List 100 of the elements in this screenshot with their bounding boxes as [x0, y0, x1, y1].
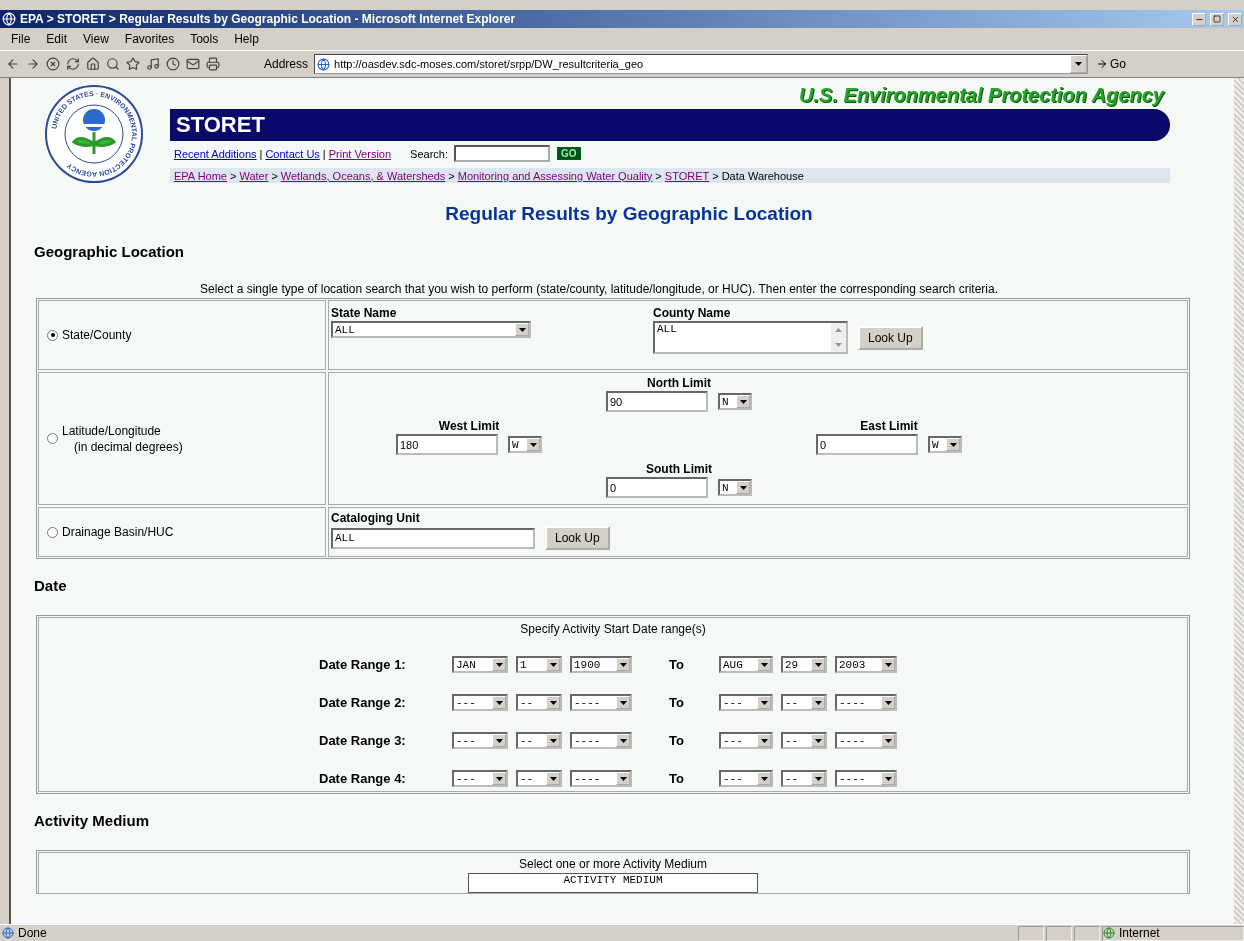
arrow-icon	[1096, 58, 1109, 70]
dropdown[interactable]: ----	[570, 770, 632, 787]
breadcrumb-link[interactable]: Monitoring and Assessing Water Quality	[457, 169, 653, 182]
zone-text: Internet	[1119, 926, 1160, 940]
limit-field[interactable]: 0	[816, 434, 918, 455]
address-field[interactable]: http://oasdev.sdc-moses.com/storet/srpp/DW_resultcriteria_geo	[314, 54, 1089, 74]
dropdown[interactable]: --	[516, 770, 562, 787]
dropdown[interactable]: --	[516, 732, 562, 749]
dropdown[interactable]: --	[516, 694, 562, 711]
refresh-icon[interactable]	[64, 55, 82, 73]
status-pane	[1074, 925, 1100, 941]
limit-field[interactable]: 180	[396, 434, 498, 455]
minimize-button[interactable]	[1192, 12, 1206, 26]
menu-item[interactable]: Edit	[39, 30, 75, 48]
print-icon[interactable]	[204, 55, 222, 73]
dropdown[interactable]: ---	[452, 770, 508, 787]
menu-item[interactable]: Tools	[183, 30, 226, 48]
dropdown[interactable]: JAN	[452, 656, 508, 673]
medium-list[interactable]: ACTIVITY MEDIUM	[468, 873, 758, 893]
breadcrumb-separator: >	[230, 169, 237, 182]
dropdown[interactable]: W	[508, 436, 542, 453]
header-link[interactable]: Print Version	[328, 147, 392, 160]
dropdown-arrow-icon	[814, 738, 822, 743]
dropdown[interactable]: --	[781, 770, 827, 787]
dropdown[interactable]: 1	[516, 656, 562, 673]
breadcrumb-separator: >	[655, 169, 662, 182]
dropdown-arrow-icon	[814, 700, 822, 705]
radio-button[interactable]	[47, 329, 58, 341]
dropdown[interactable]: ----	[835, 732, 897, 749]
field-label: County Name	[653, 305, 732, 321]
dropdown[interactable]: ----	[570, 732, 632, 749]
maximize-button[interactable]	[1210, 12, 1224, 26]
status-pane	[1046, 925, 1072, 941]
limit-field[interactable]: 90	[606, 391, 708, 412]
header-link[interactable]: Recent Additions	[174, 147, 257, 160]
dropdown[interactable]: 1900	[570, 656, 632, 673]
search-go-button[interactable]: GO	[557, 147, 581, 160]
dropdown[interactable]: --	[781, 732, 827, 749]
stop-icon[interactable]	[44, 55, 62, 73]
media-icon[interactable]	[144, 55, 162, 73]
look-up-button[interactable]: Look Up	[545, 526, 610, 550]
menu-item[interactable]: Favorites	[117, 30, 182, 48]
menu-item[interactable]: File	[4, 30, 38, 48]
dropdown-arrow-icon	[760, 700, 768, 705]
dropdown[interactable]: ---	[719, 732, 773, 749]
search-field[interactable]	[454, 145, 550, 162]
browser-icon	[2, 12, 16, 26]
search-icon[interactable]	[104, 55, 122, 73]
address-label: Address	[264, 57, 309, 71]
cataloging-unit-field[interactable]: ALL	[331, 527, 535, 549]
dropdown-arrow-icon	[619, 776, 627, 781]
dropdown[interactable]: ----	[835, 694, 897, 711]
dropdown[interactable]: W	[928, 436, 962, 453]
favorites-icon[interactable]	[124, 55, 142, 73]
panel-caption: Select one or more Activity Medium	[518, 857, 708, 871]
breadcrumb-link[interactable]: Water	[239, 169, 269, 182]
dropdown-arrow-icon	[739, 399, 747, 404]
dropdown-arrow-icon	[739, 485, 747, 490]
dropdown-arrow-icon	[549, 738, 557, 743]
dropdown[interactable]: ---	[719, 770, 773, 787]
dropdown-arrow-icon	[884, 662, 892, 667]
field-label: Cataloging Unit	[331, 510, 421, 526]
limit-label: East Limit	[860, 418, 918, 434]
close-icon	[1230, 14, 1240, 24]
scrollbar[interactable]	[1234, 78, 1244, 924]
to-label: To	[668, 695, 685, 710]
radio-button[interactable]	[47, 526, 58, 538]
menu-item[interactable]: Help	[227, 30, 266, 48]
dropdown-arrow-icon	[549, 700, 557, 705]
header-link[interactable]: Contact Us	[265, 147, 320, 160]
dropdown[interactable]: 2003	[835, 656, 897, 673]
dropdown[interactable]: 29	[781, 656, 827, 673]
range-label: Date Range 3:	[319, 733, 407, 748]
limit-field[interactable]: 0	[606, 477, 708, 498]
breadcrumb-link[interactable]: Wetlands, Oceans, & Watersheds	[280, 169, 446, 182]
list-header: ACTIVITY MEDIUM	[563, 874, 663, 888]
radio-button[interactable]	[47, 433, 58, 444]
dropdown[interactable]: N	[718, 479, 752, 496]
dropdown-arrow-icon	[518, 327, 526, 332]
dropdown[interactable]: N	[718, 393, 752, 410]
look-up-button[interactable]: Look Up	[858, 325, 923, 350]
dropdown[interactable]: ---	[452, 732, 508, 749]
dropdown[interactable]: ---	[719, 694, 773, 711]
dropdown[interactable]: ----	[570, 694, 632, 711]
breadcrumb-link[interactable]: STORET	[664, 169, 710, 182]
menu-item[interactable]: View	[76, 30, 116, 48]
limit-label: North Limit	[647, 375, 711, 391]
close-button[interactable]	[1228, 12, 1242, 26]
go-button[interactable]: Go	[1096, 57, 1127, 71]
dropdown[interactable]: AUG	[719, 656, 773, 673]
dropdown[interactable]: ----	[835, 770, 897, 787]
dropdown[interactable]: ALL	[331, 321, 531, 338]
home-icon[interactable]	[84, 55, 102, 73]
address-url: http://oasdev.sdc-moses.com/storet/srpp/DW_resultcriteria_geo	[334, 58, 645, 70]
breadcrumb-link[interactable]: EPA Home	[174, 169, 227, 182]
history-icon[interactable]	[164, 55, 182, 73]
dropdown[interactable]: ---	[452, 694, 508, 711]
dropdown[interactable]: --	[781, 694, 827, 711]
option-sublabel: (in decimal degrees)	[73, 438, 183, 455]
range-label: Date Range 2:	[319, 695, 407, 710]
